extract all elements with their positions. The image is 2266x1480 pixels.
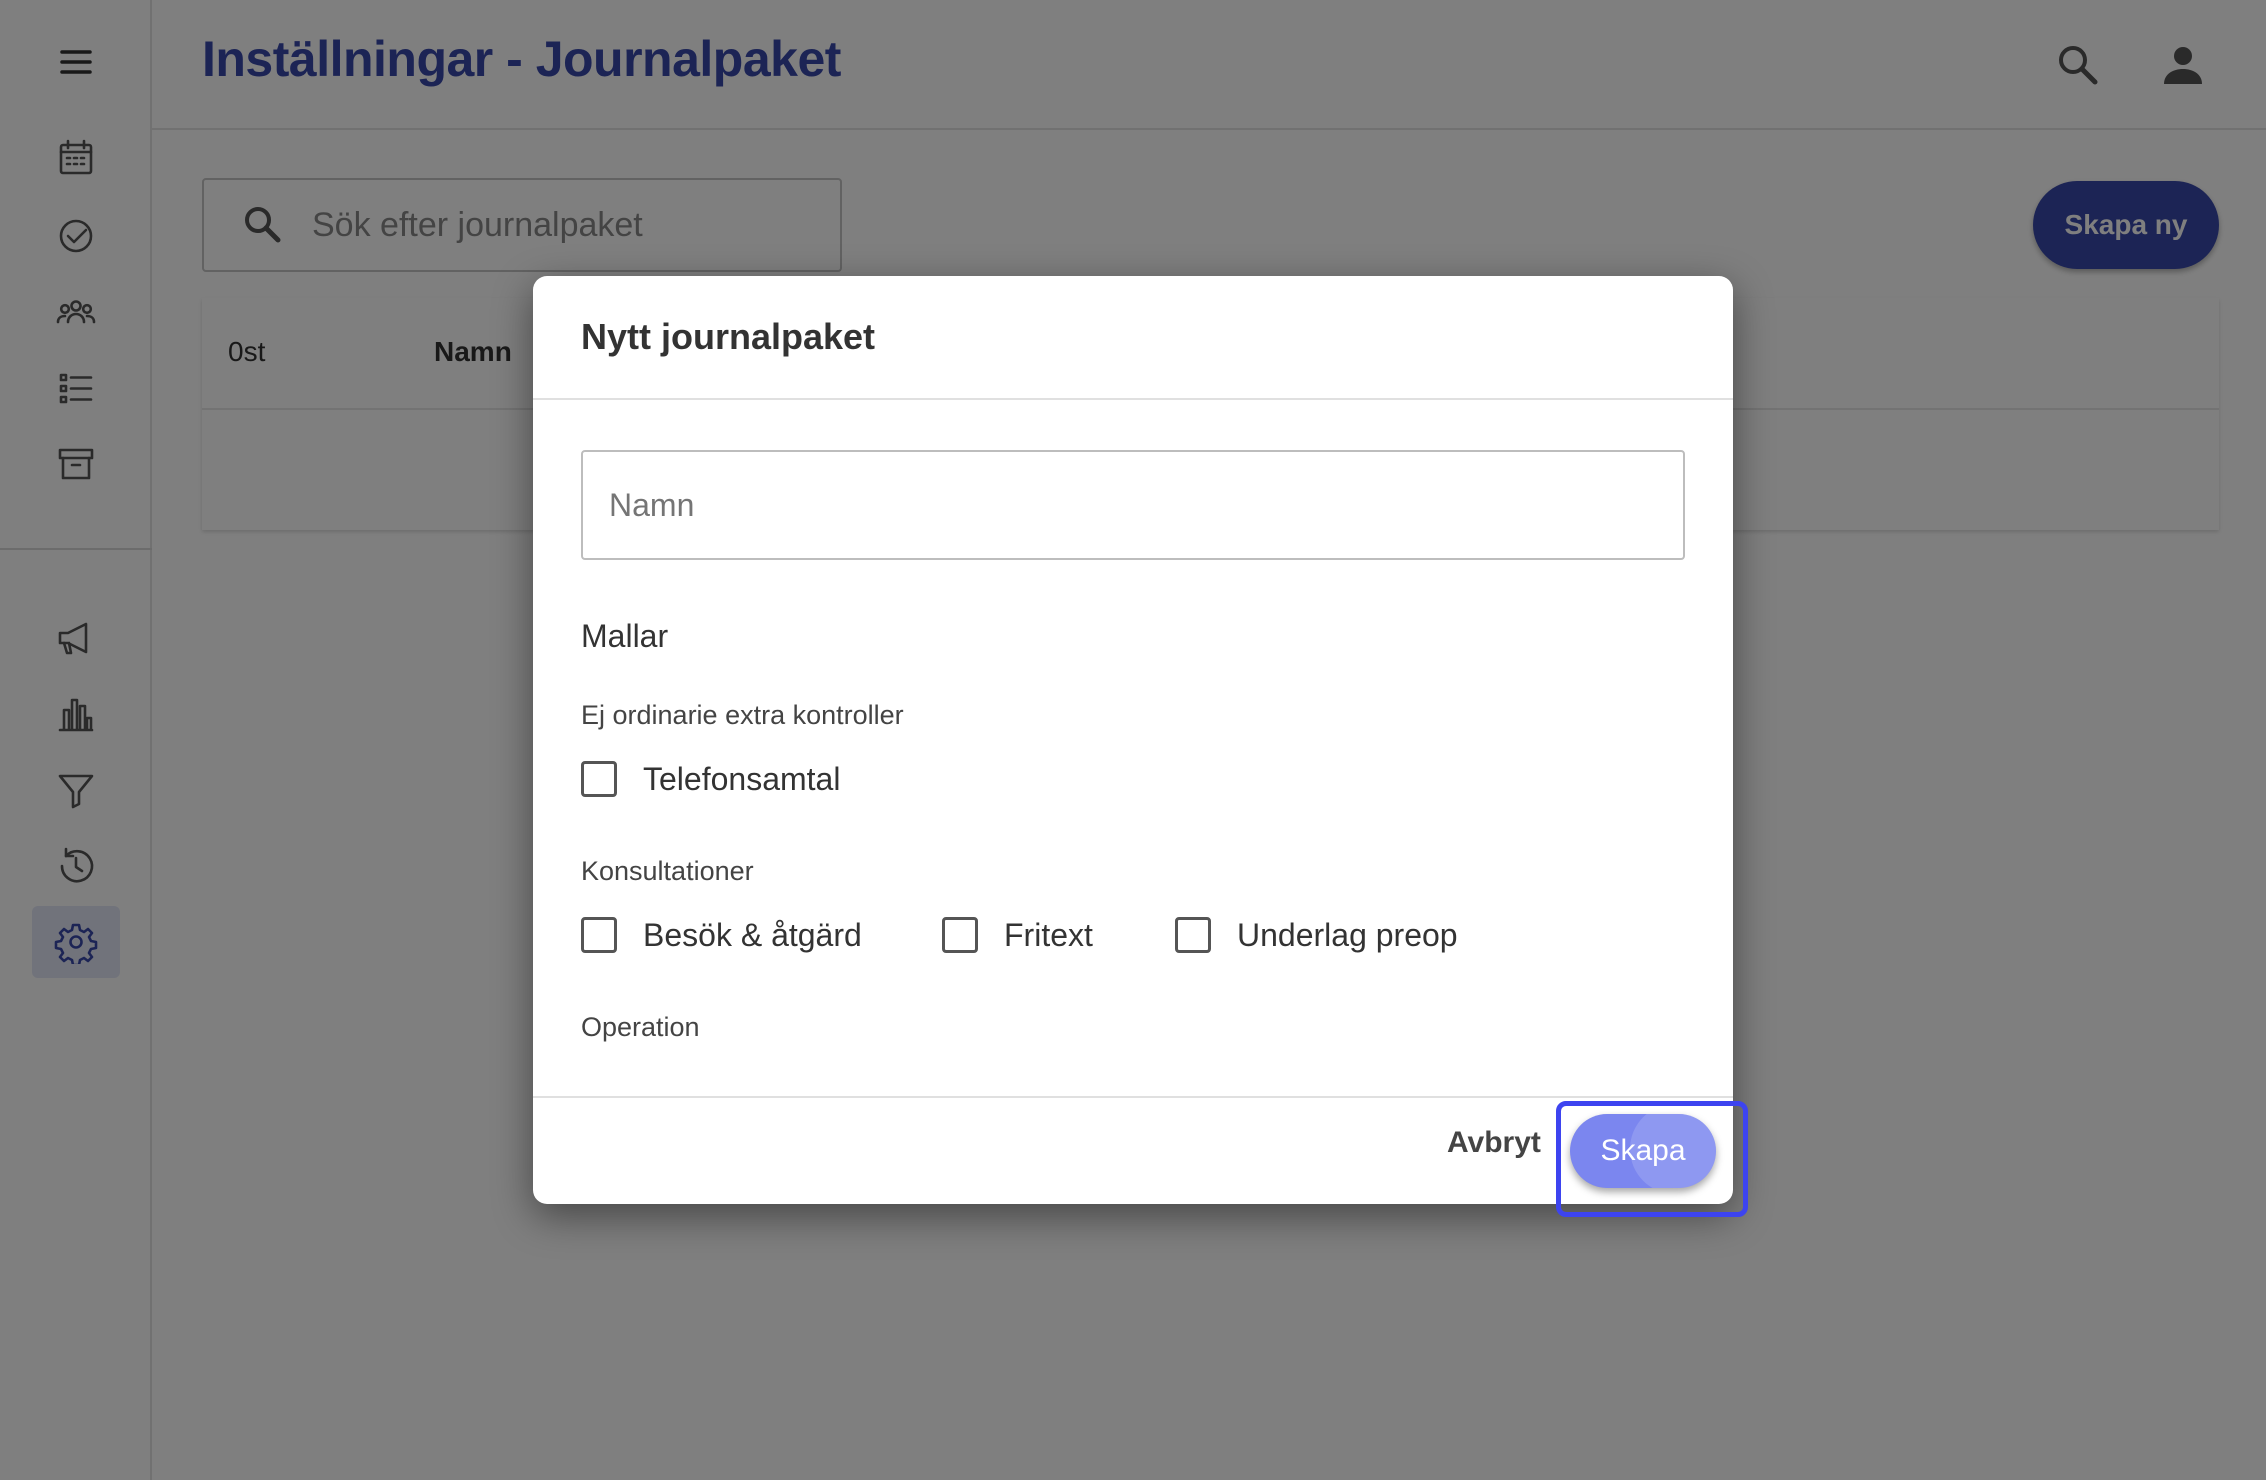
group-label-operation: Operation — [581, 1012, 700, 1042]
checkbox-box[interactable] — [581, 917, 617, 953]
group-label-extra-controls: Ej ordinarie extra kontroller — [581, 700, 904, 730]
checkbox-box[interactable] — [942, 917, 978, 953]
checkbox-label: Telefonsamtal — [643, 760, 841, 797]
dialog-footer-divider — [533, 1096, 1733, 1098]
checkbox-label: Besök & åtgärd — [643, 916, 862, 953]
dialog-header-divider — [533, 398, 1733, 400]
checkbox-underlag-preop[interactable]: Underlag preop — [1175, 910, 1458, 960]
checkbox-besok-atgard[interactable]: Besök & åtgärd — [581, 910, 862, 960]
dialog-title: Nytt journalpaket — [581, 316, 876, 357]
create-button[interactable]: Skapa — [1570, 1114, 1716, 1188]
checkbox-label: Fritext — [1004, 916, 1093, 953]
checkbox-box[interactable] — [1175, 917, 1211, 953]
new-journal-package-dialog: Nytt journalpaket Mallar Ej ordinarie ex… — [533, 276, 1733, 1204]
cancel-button[interactable]: Avbryt — [1447, 1126, 1541, 1160]
name-field[interactable] — [581, 450, 1685, 560]
group-label-consultations: Konsultationer — [581, 856, 754, 886]
checkbox-label: Underlag preop — [1237, 916, 1458, 953]
templates-label: Mallar — [581, 618, 669, 654]
checkbox-box[interactable] — [581, 761, 617, 797]
create-button-label: Skapa — [1600, 1134, 1686, 1167]
checkbox-telefonsamtal[interactable]: Telefonsamtal — [581, 754, 840, 804]
checkbox-fritext[interactable]: Fritext — [942, 910, 1093, 960]
name-input[interactable] — [583, 452, 1683, 558]
